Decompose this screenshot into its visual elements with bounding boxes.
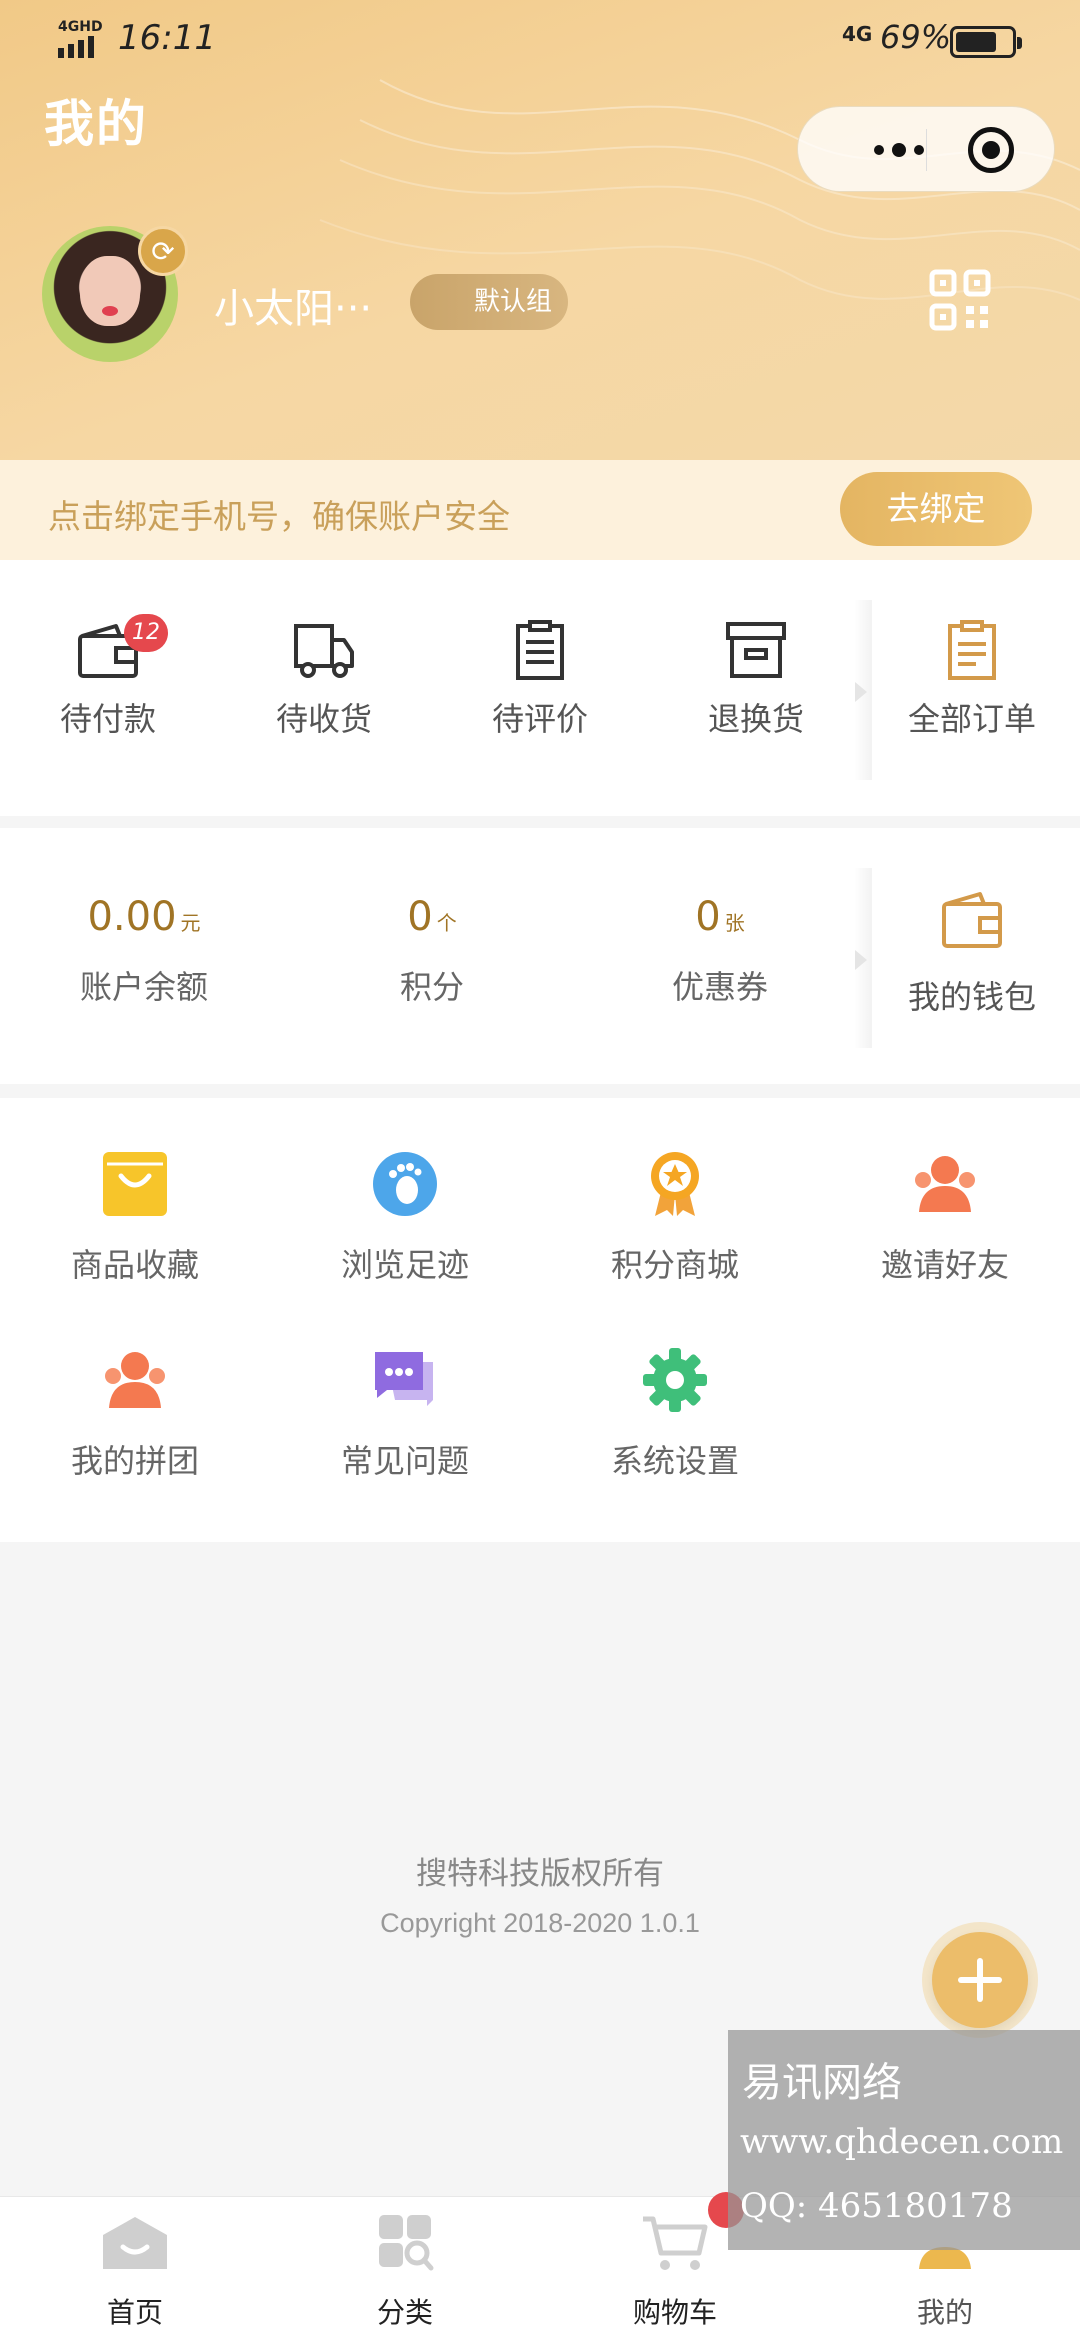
assets-section: 0.00 元 账户余额 0个 积分 0张 优惠券 我的钱包 — [0, 828, 1080, 1084]
tool-group-buy[interactable]: 我的拼团 — [0, 1346, 270, 1482]
clipboard-icon — [516, 620, 564, 680]
tools-section: 商品收藏 浏览足迹 积分商城 邀请好友 我的拼团 常见问题 系统设置 — [0, 1098, 1080, 1542]
tool-label: 积分商城 — [610, 1246, 739, 1284]
version-copyright: Copyright 2018-2020 1.0.1 — [380, 1908, 700, 1938]
floating-add-button[interactable] — [932, 1932, 1028, 2028]
shopping-bag-icon — [103, 1152, 167, 1216]
asset-label: 积分 — [399, 968, 464, 1006]
bind-phone-button[interactable]: 去绑定 — [840, 472, 1032, 546]
order-label: 待付款 — [59, 700, 156, 738]
network-indicator: 4G — [842, 22, 873, 46]
battery-icon — [950, 26, 1022, 58]
close-target-icon[interactable] — [968, 127, 1014, 173]
capsule-divider — [926, 129, 927, 171]
tool-label: 常见问题 — [340, 1442, 469, 1480]
tab-label: 购物车 — [632, 2296, 717, 2329]
wallet-icon — [942, 892, 1002, 948]
order-count-badge: 12 — [124, 614, 168, 652]
tool-invite[interactable]: 邀请好友 — [810, 1150, 1080, 1286]
tab-label: 首页 — [106, 2296, 163, 2329]
tool-label: 系统设置 — [610, 1442, 739, 1480]
tool-points-mall[interactable]: 积分商城 — [540, 1150, 810, 1286]
tab-label: 分类 — [376, 2296, 433, 2329]
wallet-label: 我的钱包 — [907, 978, 1036, 1016]
order-returns[interactable]: 退换货 — [648, 620, 864, 740]
profile-header: 4GHD 16:11 4G 69% 我的 ⟳ 小太阳··· 默认组 — [0, 0, 1080, 460]
asset-balance[interactable]: 0.00 元 账户余额 — [0, 894, 288, 1008]
tool-settings[interactable]: 系统设置 — [540, 1346, 810, 1482]
my-wallet[interactable]: 我的钱包 — [864, 890, 1080, 1018]
tab-home[interactable]: 首页 — [0, 2213, 270, 2331]
order-list-icon — [948, 620, 996, 680]
asset-label: 优惠券 — [671, 968, 768, 1006]
tool-label: 我的拼团 — [70, 1442, 199, 1480]
cart-icon — [643, 2216, 708, 2270]
tool-label: 浏览足迹 — [340, 1246, 469, 1284]
tab-category[interactable]: 分类 — [270, 2213, 540, 2331]
tool-label: 邀请好友 — [880, 1246, 1009, 1284]
order-pending-receipt[interactable]: 待收货 — [216, 620, 432, 740]
watermark: 易讯网络 www.qhdecen.com QQ: 465180178 — [728, 2030, 1080, 2250]
friends-icon — [915, 1156, 975, 1212]
asset-label: 账户余额 — [79, 968, 208, 1006]
asset-value: 0 — [407, 894, 433, 940]
order-label: 待收货 — [275, 700, 372, 738]
status-bar: 4GHD 16:11 4G 69% — [0, 0, 1080, 80]
tool-label: 商品收藏 — [70, 1246, 199, 1284]
all-orders[interactable]: 全部订单 — [864, 620, 1080, 740]
home-icon — [103, 2217, 167, 2269]
status-time: 16:11 — [118, 18, 216, 58]
battery-percent: 69% — [880, 18, 952, 56]
asset-unit: 张 — [724, 911, 745, 935]
asset-value: 0 — [695, 894, 721, 940]
more-options-icon[interactable] — [834, 107, 964, 193]
gear-icon — [643, 1348, 707, 1412]
asset-unit: 元 — [180, 911, 201, 935]
mini-program-capsule[interactable] — [797, 106, 1055, 192]
watermark-name: 易讯网络 — [742, 2060, 902, 2106]
signal-icon: 4GHD — [58, 20, 106, 58]
tool-history[interactable]: 浏览足迹 — [270, 1150, 540, 1286]
group-icon — [105, 1352, 165, 1408]
order-section: 12 待付款 待收货 待评价 退换货 全部订单 — [0, 560, 1080, 816]
watermark-qq: QQ: 465180178 — [740, 2186, 1013, 2226]
chat-icon — [375, 1352, 433, 1406]
asset-points[interactable]: 0个 积分 — [288, 894, 576, 1008]
all-orders-label: 全部订单 — [907, 700, 1036, 738]
refresh-icon[interactable]: ⟳ — [138, 226, 188, 276]
tool-faq[interactable]: 常见问题 — [270, 1346, 540, 1482]
qr-code-icon[interactable] — [928, 268, 992, 332]
order-pending-review[interactable]: 待评价 — [432, 620, 648, 740]
watermark-site: www.qhdecen.com — [740, 2122, 1064, 2162]
group-badge: 默认组 — [410, 274, 568, 330]
username: 小太阳··· — [214, 286, 373, 332]
tab-label: 我的 — [916, 2296, 973, 2329]
asset-value: 0.00 — [87, 894, 177, 940]
box-icon — [726, 622, 786, 678]
medal-icon — [651, 1152, 699, 1216]
bind-phone-text: 点击绑定手机号，确保账户安全 — [48, 497, 510, 536]
order-pending-payment[interactable]: 12 待付款 — [0, 614, 216, 740]
order-label: 待评价 — [491, 700, 588, 738]
asset-unit: 个 — [436, 911, 457, 935]
company-copyright: 搜特科技版权所有 — [416, 1856, 664, 1892]
tool-favorites[interactable]: 商品收藏 — [0, 1150, 270, 1286]
asset-coupons[interactable]: 0张 优惠券 — [576, 894, 864, 1008]
truck-icon — [294, 624, 354, 678]
page-title: 我的 — [44, 95, 148, 153]
footprint-icon — [373, 1152, 437, 1216]
order-label: 退换货 — [707, 700, 804, 738]
category-icon — [379, 2215, 434, 2271]
